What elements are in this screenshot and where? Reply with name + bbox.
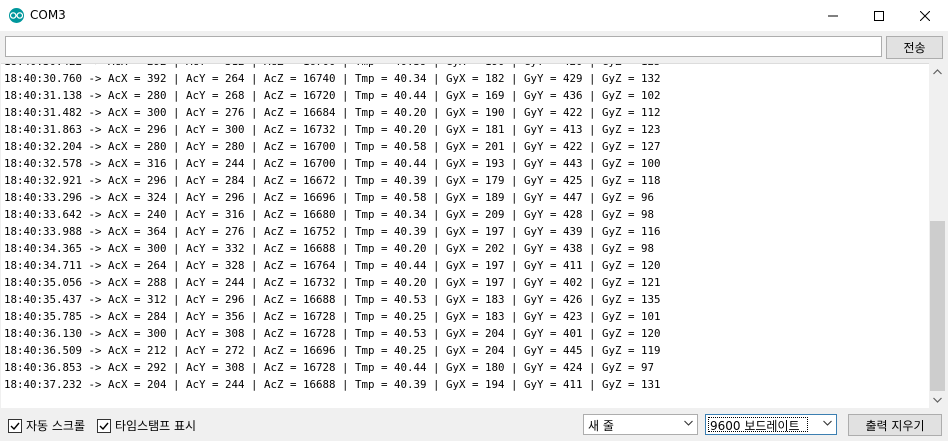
send-bar: 전송 <box>0 31 948 63</box>
arduino-logo-icon <box>9 8 24 23</box>
checkmark-icon <box>99 422 109 430</box>
bottom-bar: 자동 스크롤 타임스탬프 표시 새 줄 9600 보드레이트 출력 지우기 <box>0 408 948 441</box>
maximize-button[interactable] <box>856 0 902 31</box>
serial-line: 18:40:35.437 -> AcX = 312 | AcY = 296 | … <box>4 293 661 306</box>
serial-line: 18:40:36.853 -> AcX = 292 | AcY = 308 | … <box>4 361 655 374</box>
scroll-down-button[interactable] <box>929 391 946 408</box>
chevron-down-icon <box>933 397 942 403</box>
timestamp-checkbox[interactable] <box>97 418 111 433</box>
autoscroll-toggle[interactable]: 자동 스크롤 <box>8 417 85 434</box>
maximize-icon <box>874 10 884 21</box>
serial-line: 18:40:31.138 -> AcX = 280 | AcY = 268 | … <box>4 89 661 102</box>
timestamp-toggle[interactable]: 타임스탬프 표시 <box>97 417 196 434</box>
minimize-button[interactable] <box>810 0 856 31</box>
vertical-scrollbar[interactable] <box>929 63 946 408</box>
scroll-thumb[interactable] <box>930 221 945 391</box>
serial-line: 18:40:36.509 -> AcX = 212 | AcY = 272 | … <box>4 344 661 357</box>
serial-line: 18:40:35.785 -> AcX = 284 | AcY = 356 | … <box>4 310 661 323</box>
chevron-down-icon <box>823 420 832 426</box>
serial-line: 18:40:32.921 -> AcX = 296 | AcY = 284 | … <box>4 174 661 187</box>
clear-output-button[interactable]: 출력 지우기 <box>848 414 942 436</box>
serial-line: 18:40:31.863 -> AcX = 296 | AcY = 300 | … <box>4 123 661 136</box>
send-input[interactable] <box>5 36 882 57</box>
serial-line: 18:40:34.365 -> AcX = 300 | AcY = 332 | … <box>4 242 655 255</box>
window-title: COM3 <box>30 8 66 22</box>
serial-output[interactable]: 18:40:30.422 -> AcX = 292 | AcY = 312 | … <box>1 63 929 409</box>
baud-rate-value: 9600 보드레이트 <box>710 419 800 433</box>
close-icon <box>920 10 930 21</box>
serial-line: 18:40:36.130 -> AcX = 300 | AcY = 308 | … <box>4 327 661 340</box>
serial-line: 18:40:35.056 -> AcX = 288 | AcY = 244 | … <box>4 276 661 289</box>
close-button[interactable] <box>902 0 948 31</box>
serial-line: 18:40:32.204 -> AcX = 280 | AcY = 280 | … <box>4 140 661 153</box>
chevron-up-icon <box>933 68 942 74</box>
baud-rate-select[interactable]: 9600 보드레이트 <box>705 414 837 435</box>
serial-line: 18:40:33.988 -> AcX = 364 | AcY = 276 | … <box>4 225 661 238</box>
serial-line: 18:40:31.482 -> AcX = 300 | AcY = 276 | … <box>4 106 661 119</box>
autoscroll-checkbox[interactable] <box>8 418 22 433</box>
timestamp-label: 타임스탬프 표시 <box>115 419 197 433</box>
line-ending-select[interactable]: 새 줄 <box>583 414 698 435</box>
serial-line: 18:40:34.711 -> AcX = 264 | AcY = 328 | … <box>4 259 661 272</box>
serial-line: 18:40:30.760 -> AcX = 392 | AcY = 264 | … <box>4 72 661 85</box>
chevron-down-icon <box>684 420 693 426</box>
line-ending-value: 새 줄 <box>588 419 614 433</box>
serial-line: 18:40:30.422 -> AcX = 292 | AcY = 312 | … <box>4 64 661 70</box>
serial-line: 18:40:33.642 -> AcX = 240 | AcY = 316 | … <box>4 208 655 221</box>
checkmark-icon <box>10 422 20 430</box>
send-button[interactable]: 전송 <box>886 36 943 59</box>
serial-line: 18:40:37.232 -> AcX = 204 | AcY = 244 | … <box>4 378 661 391</box>
title-bar: COM3 <box>0 0 948 31</box>
scroll-up-button[interactable] <box>929 63 946 80</box>
serial-line: 18:40:33.296 -> AcX = 324 | AcY = 296 | … <box>4 191 655 204</box>
autoscroll-label: 자동 스크롤 <box>26 419 86 433</box>
serial-line: 18:40:32.578 -> AcX = 316 | AcY = 244 | … <box>4 157 661 170</box>
serial-lines: 18:40:30.422 -> AcX = 292 | AcY = 312 | … <box>4 64 661 393</box>
minimize-icon <box>828 15 838 16</box>
